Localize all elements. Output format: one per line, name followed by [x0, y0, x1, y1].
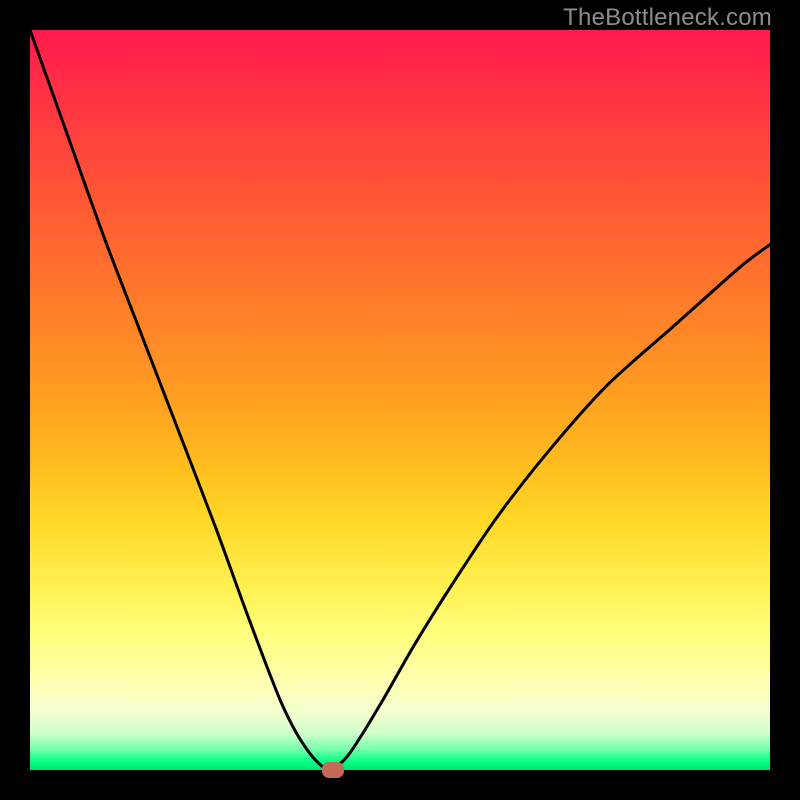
watermark-text: TheBottleneck.com [563, 4, 772, 32]
chart-frame: TheBottleneck.com [0, 0, 800, 800]
plot-area [30, 30, 770, 770]
minimum-marker [322, 762, 344, 778]
bottleneck-curve [30, 30, 770, 770]
